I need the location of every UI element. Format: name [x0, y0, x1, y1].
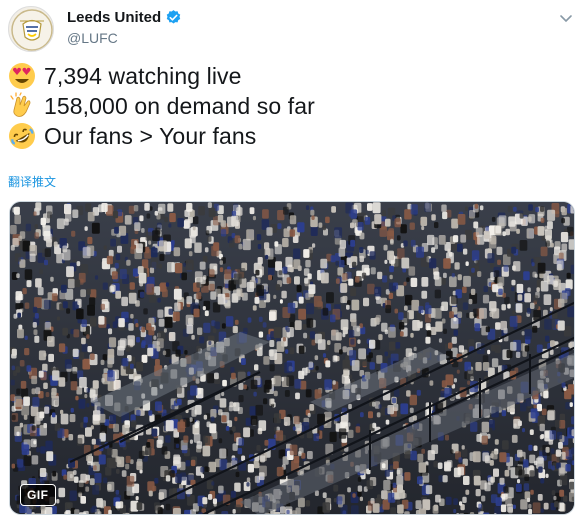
tweet-line-1-text: 7,394 watching live: [44, 62, 242, 89]
heart-eyes-emoji-icon: [9, 63, 35, 89]
handle[interactable]: @LUFC: [67, 30, 118, 46]
tweet-line-2: 158,000 on demand so far: [8, 91, 578, 121]
avatar[interactable]: [8, 6, 54, 52]
gif-badge: GIF: [20, 484, 56, 506]
verified-badge-icon: [166, 10, 181, 24]
rolling-laughing-emoji-icon: [9, 123, 35, 149]
leeds-crest-icon: [11, 9, 53, 51]
tweet-line-3: Our fans > Your fans: [8, 121, 578, 151]
tweet-line-3-text: Our fans > Your fans: [44, 122, 257, 149]
display-name[interactable]: Leeds United: [67, 9, 161, 26]
translate-tweet-link[interactable]: 翻译推文: [8, 173, 56, 190]
tweet-header: Leeds United @LUFC: [8, 6, 578, 52]
chevron-down-icon[interactable]: [558, 10, 574, 26]
tweet-line-1: 7,394 watching live: [8, 61, 578, 91]
tweet-text: 7,394 watching live 158,000 on demand so…: [8, 61, 578, 151]
crowd-stands-image: [10, 202, 574, 514]
gif-media[interactable]: GIF: [9, 201, 575, 515]
clapping-hands-emoji-icon: [10, 92, 31, 117]
tweet-line-2-text: 158,000 on demand so far: [44, 92, 315, 119]
